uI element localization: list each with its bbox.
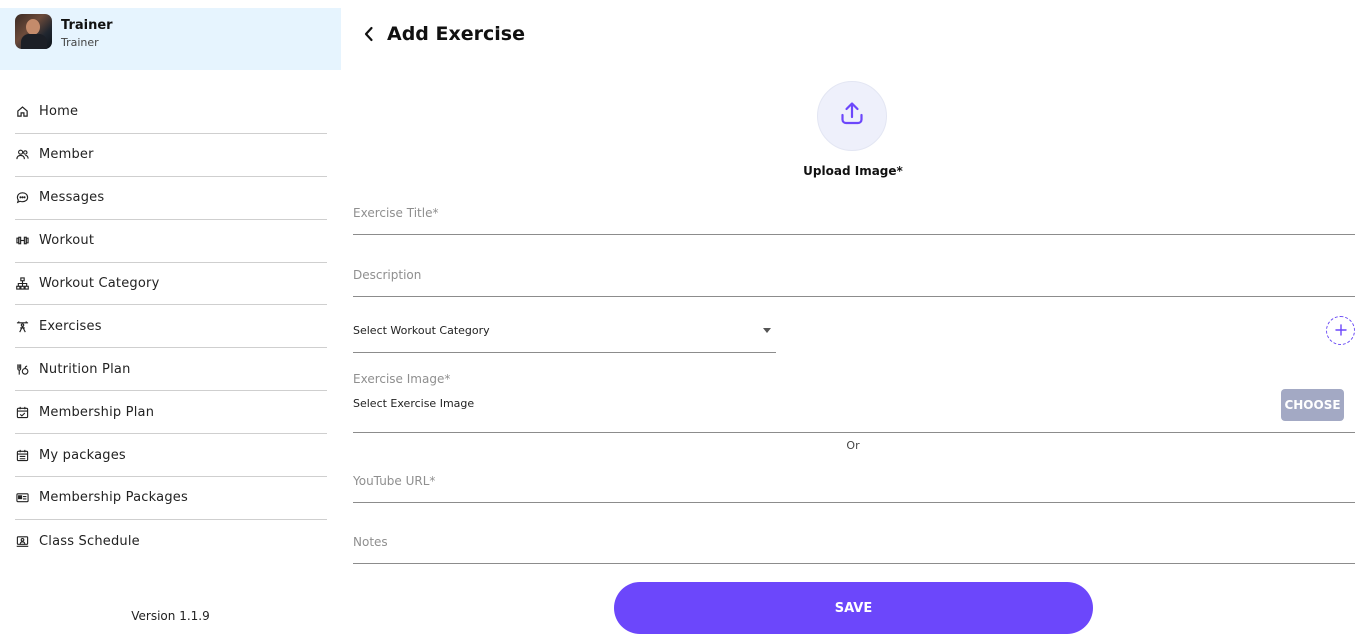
card-icon <box>15 491 29 505</box>
plus-icon <box>1334 320 1347 341</box>
sidebar-item-label: Nutrition Plan <box>39 361 131 377</box>
sidebar-nav: Home Member Messages Workout Workout Cat… <box>15 91 327 563</box>
calendar-check-icon <box>15 405 29 419</box>
page-header: Add Exercise <box>363 22 525 46</box>
chat-icon <box>15 191 29 205</box>
sidebar-item-label: Home <box>39 104 79 120</box>
home-icon <box>15 105 29 119</box>
upload-icon <box>838 100 866 132</box>
page-title: Add Exercise <box>387 23 525 45</box>
back-arrow-icon[interactable] <box>363 22 383 46</box>
workout-category-value: Select Workout Category <box>353 324 490 337</box>
exercise-image-label: Exercise Image* <box>353 372 451 386</box>
notes-placeholder: Notes <box>353 535 388 549</box>
sidebar-item-workout-category[interactable]: Workout Category <box>15 263 327 306</box>
add-category-button[interactable] <box>1326 316 1355 345</box>
hierarchy-icon <box>15 277 29 291</box>
exercise-image-hint: Select Exercise Image <box>353 397 475 410</box>
sidebar-item-label: Member <box>39 147 94 163</box>
profile-name: Trainer <box>61 18 113 33</box>
sidebar-item-exercises[interactable]: Exercises <box>15 305 327 349</box>
notes-field[interactable]: Notes <box>353 528 1355 564</box>
exercise-title-field[interactable]: Exercise Title* <box>353 199 1355 235</box>
monitor-user-icon <box>15 534 29 548</box>
sidebar-item-label: Class Schedule <box>39 533 140 549</box>
users-icon <box>15 148 29 162</box>
app-version: Version 1.1.9 <box>131 609 210 623</box>
profile-role: Trainer <box>61 36 99 49</box>
description-placeholder: Description <box>353 268 422 282</box>
sidebar-item-label: Membership Plan <box>39 404 155 420</box>
dumbbell-icon <box>15 234 29 248</box>
caret-down-icon <box>763 328 771 333</box>
exercise-image-field: Exercise Image* Select Exercise Image CH… <box>353 365 1355 433</box>
profile-card[interactable]: Trainer Trainer <box>0 8 341 70</box>
sidebar-item-member[interactable]: Member <box>15 134 327 177</box>
sidebar-item-label: Exercises <box>39 318 102 334</box>
or-divider: Or <box>846 439 860 452</box>
sidebar-item-class-schedule[interactable]: Class Schedule <box>15 520 327 563</box>
sidebar: Trainer Trainer Home Member Messages Wor… <box>0 0 341 639</box>
youtube-url-field[interactable]: YouTube URL* <box>353 467 1355 503</box>
sidebar-item-workout[interactable]: Workout <box>15 220 327 263</box>
workout-category-select[interactable]: Select Workout Category <box>353 316 776 353</box>
sidebar-item-label: Messages <box>39 190 105 206</box>
exercise-title-placeholder: Exercise Title* <box>353 206 439 220</box>
sidebar-item-home[interactable]: Home <box>15 91 327 134</box>
save-button[interactable]: SAVE <box>614 582 1093 634</box>
sidebar-item-messages[interactable]: Messages <box>15 177 327 220</box>
sidebar-item-label: Workout Category <box>39 276 160 291</box>
avatar <box>15 14 52 49</box>
main-content: Add Exercise Upload Image* Exercise Titl… <box>341 0 1366 639</box>
sidebar-item-nutrition-plan[interactable]: Nutrition Plan <box>15 348 327 392</box>
sidebar-item-label: Workout <box>39 233 95 249</box>
sidebar-item-membership-packages[interactable]: Membership Packages <box>15 477 327 520</box>
nutrition-icon <box>15 362 29 376</box>
youtube-url-placeholder: YouTube URL* <box>353 474 436 488</box>
description-field[interactable]: Description <box>353 262 1355 297</box>
sidebar-item-label: Membership Packages <box>39 490 188 506</box>
sidebar-item-label: My packages <box>39 447 126 463</box>
choose-button[interactable]: CHOOSE <box>1281 389 1344 421</box>
calendar-list-icon <box>15 448 29 462</box>
sidebar-item-my-packages[interactable]: My packages <box>15 434 327 478</box>
upload-image-button[interactable] <box>817 81 887 151</box>
exercise-icon <box>15 319 29 333</box>
sidebar-item-membership-plan[interactable]: Membership Plan <box>15 391 327 435</box>
upload-image-label: Upload Image* <box>803 164 903 178</box>
